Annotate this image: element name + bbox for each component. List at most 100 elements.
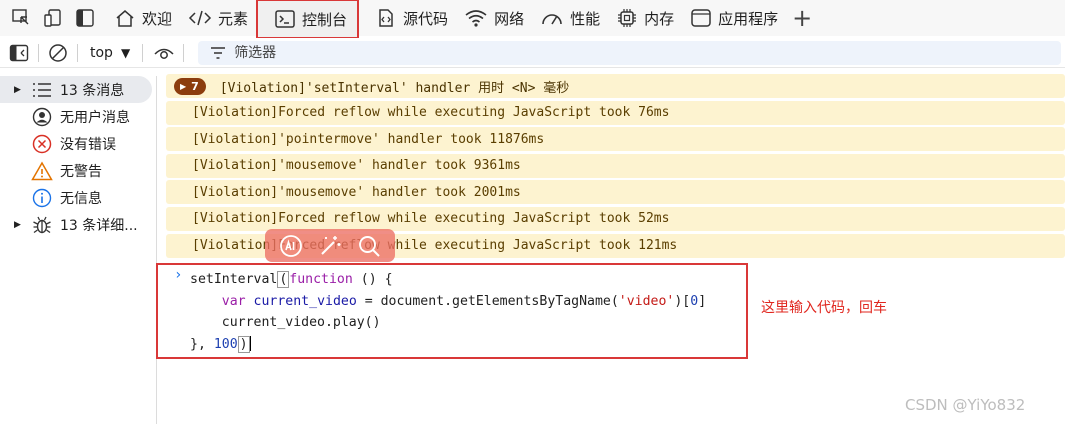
- code-token: ]: [698, 293, 707, 309]
- tab-performance[interactable]: 性能: [532, 0, 608, 36]
- chip-icon: [618, 9, 637, 27]
- filter-input[interactable]: [234, 44, 635, 61]
- violation-group-row[interactable]: ▶ 7 [Violation]'setInterval' handler 用时 …: [166, 74, 1065, 98]
- code-token: () {: [352, 272, 393, 287]
- console-message: [Violation]'pointermove' handler took 11…: [166, 127, 1065, 152]
- console-input-area[interactable]: › setInterval(function () { var current_…: [156, 263, 748, 359]
- filter-icon: [211, 46, 226, 59]
- divider: [142, 43, 144, 62]
- tab-label: 源代码: [403, 9, 449, 28]
- sidebar-toggle-icon: [9, 44, 29, 61]
- magic-wand-button[interactable]: [315, 231, 345, 261]
- tab-console[interactable]: 控制台: [256, 0, 360, 39]
- tab-welcome[interactable]: 欢迎: [106, 0, 180, 36]
- live-expression-button[interactable]: [151, 40, 177, 66]
- eye-icon: [154, 48, 174, 59]
- code-token: setInterval: [190, 272, 278, 287]
- console-toolbar: top ▼: [0, 38, 1065, 68]
- floating-ai-toolbar: [265, 229, 395, 262]
- code-token: var: [221, 293, 246, 309]
- sidebar-item-errors[interactable]: 没有错误: [0, 130, 156, 157]
- home-icon: [116, 10, 134, 27]
- sidebar-item-label: 13 条详细...: [60, 217, 138, 234]
- code-brackets-icon: [188, 10, 212, 26]
- sidebar-item-verbose[interactable]: ▶ 13 条详细...: [0, 211, 156, 238]
- code-token: current_video: [253, 293, 357, 309]
- console-message: [Violation]'mousemove' handler took 9361…: [166, 153, 1065, 178]
- watermark: CSDN @YiYo832: [905, 396, 1026, 414]
- sidebar-item-label: 无用户消息: [60, 109, 130, 126]
- code-token: current_video.play(): [221, 315, 381, 330]
- tab-application[interactable]: 应用程序: [682, 0, 786, 36]
- toggle-sidebar-button[interactable]: [6, 40, 32, 66]
- context-selector[interactable]: top ▼: [84, 45, 136, 61]
- tab-sources[interactable]: 源代码: [367, 0, 456, 36]
- sidebar-item-warnings[interactable]: 无警告: [0, 157, 156, 184]
- warning-icon: [30, 160, 54, 181]
- tab-label: 元素: [218, 9, 249, 28]
- divider: [38, 43, 39, 62]
- devtools-tabbar: 欢迎 元素 控制台 源代码 网络 性能 内存 应用程序 +: [0, 0, 1065, 39]
- tab-label: 性能: [570, 9, 601, 28]
- ai-assistant-button[interactable]: [276, 231, 306, 261]
- sources-icon: [379, 9, 393, 27]
- tab-network[interactable]: 网络: [456, 0, 532, 36]
- wifi-icon: [465, 10, 487, 27]
- expand-arrow-icon[interactable]: ▶: [14, 85, 26, 95]
- tab-label: 应用程序: [718, 9, 779, 28]
- info-icon: [30, 188, 54, 208]
- tab-memory[interactable]: 内存: [608, 0, 682, 36]
- text-cursor: [249, 336, 251, 351]
- console-message: [Violation]Forced reflow while executing…: [166, 100, 1065, 125]
- red-annotation-text: 这里输入代码，回车: [761, 300, 887, 316]
- code-token: ): [237, 335, 250, 353]
- divider: [183, 43, 185, 62]
- console-sidebar: ▶ 13 条消息 无用户消息 没有错误 无警告 无信息 ▶ 13 条详细...: [0, 76, 157, 424]
- gauge-icon: [542, 14, 562, 25]
- expand-arrow-icon[interactable]: ▶: [14, 220, 26, 230]
- prompt-chevron-icon: ›: [174, 267, 183, 283]
- code-token: 100: [213, 336, 238, 352]
- tab-label: 网络: [494, 9, 525, 28]
- clear-icon: [49, 43, 67, 62]
- divider: [77, 43, 78, 62]
- sidebar-item-label: 无警告: [60, 163, 102, 180]
- sidebar-item-messages[interactable]: ▶ 13 条消息: [0, 76, 152, 103]
- user-icon: [30, 107, 54, 127]
- magic-wand-icon: [321, 235, 341, 255]
- sidebar-item-label: 13 条消息: [60, 82, 125, 99]
- tab-label: 控制台: [302, 10, 348, 29]
- chevron-down-icon: ▼: [120, 45, 131, 60]
- device-emulation-icon[interactable]: [40, 5, 66, 31]
- list-icon: [30, 80, 54, 100]
- terminal-icon: [275, 10, 295, 28]
- ai-chat-icon: [279, 234, 302, 257]
- clear-console-button[interactable]: [45, 40, 71, 66]
- search-button[interactable]: [354, 231, 384, 261]
- tab-elements[interactable]: 元素: [180, 0, 256, 36]
- sidebar-item-info[interactable]: 无信息: [0, 184, 156, 211]
- code-token: 'video': [618, 293, 675, 309]
- code-token: function: [289, 272, 353, 287]
- code-token: },: [190, 336, 214, 352]
- bug-icon: [30, 215, 54, 235]
- inspect-element-icon[interactable]: [8, 5, 34, 31]
- add-tab-button[interactable]: +: [792, 6, 812, 30]
- search-icon: [359, 235, 381, 257]
- console-message: [Violation]Forced reflow while executing…: [166, 206, 1065, 231]
- sidebar-item-label: 没有错误: [60, 136, 116, 153]
- repeat-count-badge[interactable]: ▶ 7: [174, 77, 206, 95]
- error-icon: [30, 134, 54, 154]
- badge-count: 7: [191, 79, 199, 93]
- code-editor[interactable]: setInterval(function () { var current_vi…: [190, 269, 706, 355]
- context-value: top: [90, 44, 113, 61]
- sidebar-item-user-messages[interactable]: 无用户消息: [0, 103, 156, 130]
- tab-label: 内存: [644, 9, 675, 28]
- dock-panel-icon[interactable]: [72, 5, 98, 31]
- code-token: )[: [674, 293, 691, 309]
- code-token: = document.getElementsByTagName(: [356, 293, 619, 309]
- filter-field[interactable]: [198, 40, 1061, 65]
- app-window-icon: [691, 9, 711, 27]
- expand-arrow-icon: ▶: [180, 81, 187, 91]
- console-message: [Violation]'mousemove' handler took 2001…: [166, 180, 1065, 205]
